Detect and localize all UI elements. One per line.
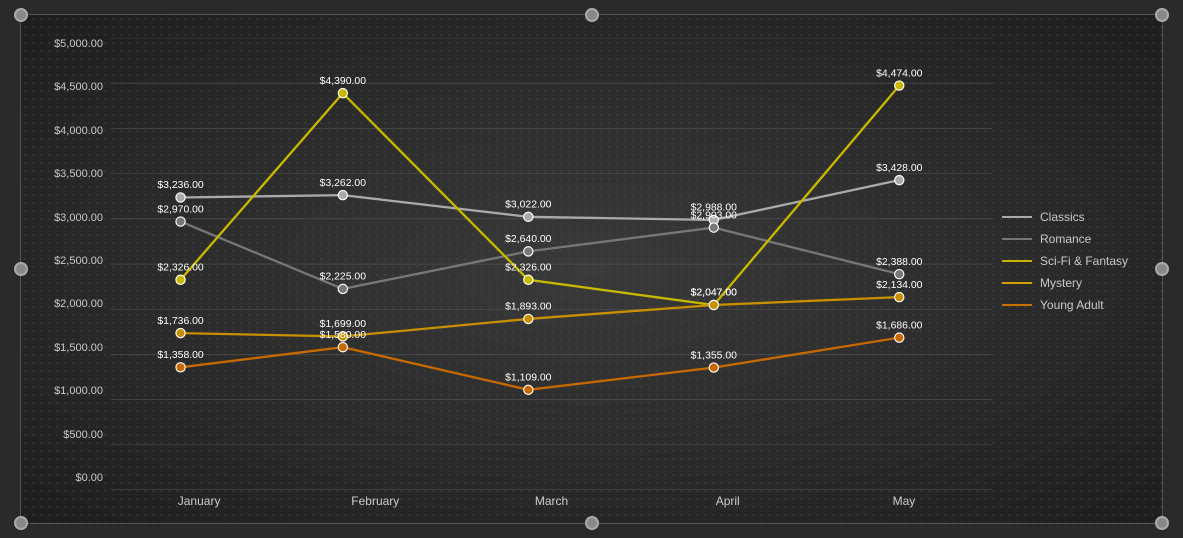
svg-text:$2,326.00: $2,326.00 [505, 262, 552, 273]
svg-text:$1,580.00: $1,580.00 [320, 330, 367, 341]
svg-text:$1,893.00: $1,893.00 [505, 302, 552, 313]
corner-bl [14, 516, 28, 530]
y-axis-label: $3,000.00 [54, 212, 103, 224]
x-axis-label: January [111, 494, 287, 514]
line-chart-svg: $3,236.00$3,262.00$3,022.00$2,988.00$3,4… [111, 38, 992, 490]
svg-text:$1,736.00: $1,736.00 [157, 316, 204, 327]
chart-main: $3,236.00$3,262.00$3,022.00$2,988.00$3,4… [111, 38, 992, 514]
svg-text:$3,262.00: $3,262.00 [320, 178, 367, 189]
svg-text:$2,225.00: $2,225.00 [320, 272, 367, 283]
legend-line-color [1002, 238, 1032, 240]
legend-line-color [1002, 282, 1032, 284]
legend-item: Classics [1002, 210, 1142, 224]
svg-text:$1,358.00: $1,358.00 [157, 350, 204, 361]
svg-text:$1,355.00: $1,355.00 [691, 350, 738, 361]
x-axis: JanuaryFebruaryMarchAprilMay [111, 490, 992, 514]
y-axis-label: $500.00 [63, 429, 103, 441]
x-axis-label: February [287, 494, 463, 514]
svg-text:$4,390.00: $4,390.00 [320, 76, 367, 87]
corner-bm [585, 516, 599, 530]
y-axis-label: $1,500.00 [54, 342, 103, 354]
legend-label-text: Sci-Fi & Fantasy [1040, 254, 1128, 268]
svg-text:$2,903.00: $2,903.00 [691, 210, 738, 221]
x-axis-label: March [463, 494, 639, 514]
corner-tl [14, 8, 28, 22]
svg-text:$1,109.00: $1,109.00 [505, 373, 552, 384]
legend-label-text: Romance [1040, 232, 1091, 246]
legend-line-color [1002, 304, 1032, 306]
legend-item: Mystery [1002, 276, 1142, 290]
svg-text:$1,699.00: $1,699.00 [320, 319, 367, 330]
chart-container: $5,000.00 $4,500.00 $4,000.00 $3,500.00 $3,0… [20, 14, 1163, 524]
y-axis-label: $2,000.00 [54, 298, 103, 310]
legend-label-text: Mystery [1040, 276, 1082, 290]
y-axis-label: $2,500.00 [54, 255, 103, 267]
y-axis-label: $3,500.00 [54, 168, 103, 180]
y-axis-label: $4,500.00 [54, 81, 103, 93]
svg-text:$2,970.00: $2,970.00 [157, 204, 204, 215]
x-axis-label: April [640, 494, 816, 514]
svg-text:$3,236.00: $3,236.00 [157, 180, 204, 191]
legend-item: Sci-Fi & Fantasy [1002, 254, 1142, 268]
legend-label-text: Classics [1040, 210, 1085, 224]
svg-text:$2,047.00: $2,047.00 [691, 288, 738, 299]
legend: Classics Romance Sci-Fi & Fantasy Mystery Yo… [992, 38, 1152, 514]
corner-br [1155, 516, 1169, 530]
y-axis: $5,000.00 $4,500.00 $4,000.00 $3,500.00 $3,0… [31, 38, 111, 514]
svg-text:$2,134.00: $2,134.00 [876, 280, 923, 291]
y-axis-label: $5,000.00 [54, 38, 103, 50]
chart-area: $5,000.00 $4,500.00 $4,000.00 $3,500.00 $3,0… [21, 38, 1162, 524]
corner-tr [1155, 8, 1169, 22]
y-axis-label: $0.00 [75, 472, 103, 484]
svg-text:$1,686.00: $1,686.00 [876, 320, 923, 331]
svg-text:$2,640.00: $2,640.00 [505, 234, 552, 245]
legend-line-color [1002, 216, 1032, 218]
legend-item: Young Adult [1002, 298, 1142, 312]
y-axis-label: $4,000.00 [54, 125, 103, 137]
legend-label-text: Young Adult [1040, 298, 1104, 312]
svg-text:$4,474.00: $4,474.00 [876, 68, 923, 79]
corner-mr [1155, 262, 1169, 276]
svg-text:$2,326.00: $2,326.00 [157, 262, 204, 273]
svg-text:$2,388.00: $2,388.00 [876, 257, 923, 268]
svg-text:$3,022.00: $3,022.00 [505, 200, 552, 211]
y-axis-label: $1,000.00 [54, 385, 103, 397]
legend-line-color [1002, 260, 1032, 262]
svg-text:$3,428.00: $3,428.00 [876, 163, 923, 174]
x-axis-label: May [816, 494, 992, 514]
corner-tm [585, 8, 599, 22]
legend-item: Romance [1002, 232, 1142, 246]
corner-ml [14, 262, 28, 276]
